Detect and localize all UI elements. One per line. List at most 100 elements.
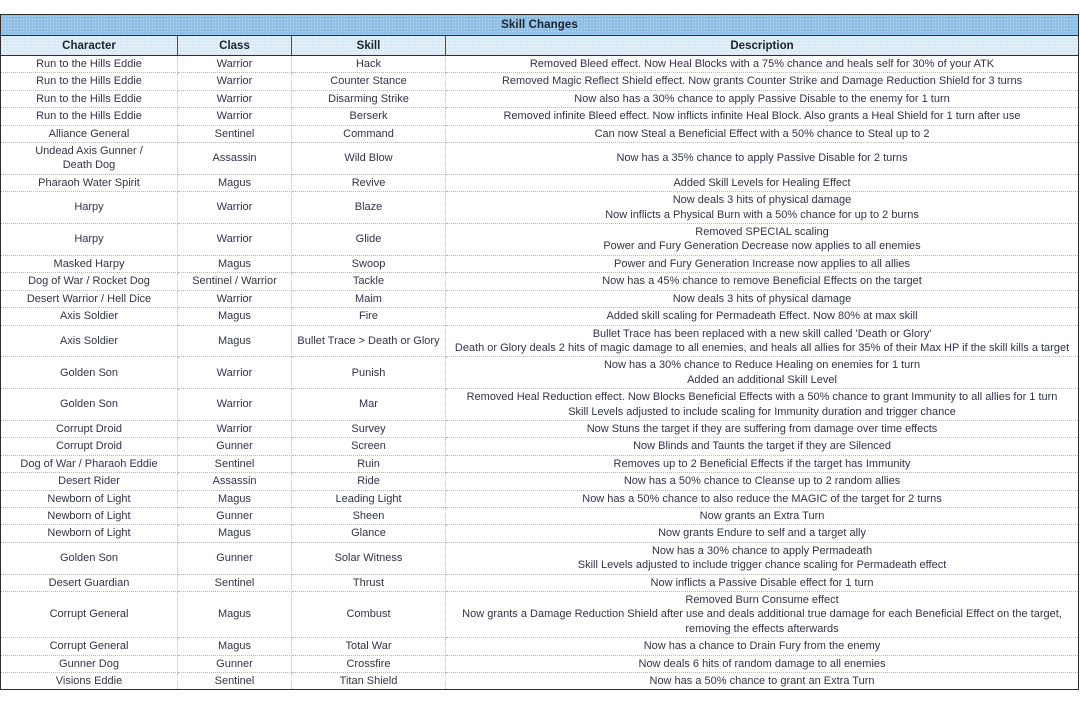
- cell-class: Warrior: [177, 420, 292, 439]
- cell-character: Masked Harpy: [0, 255, 178, 274]
- cell-description: Now grants Endure to self and a target a…: [444, 524, 1080, 543]
- cell-skill: Glance: [291, 524, 446, 543]
- cell-skill: Thrust: [291, 574, 446, 593]
- table-row: Corrupt General Magus Total War Now has a c…: [0, 637, 1080, 656]
- cell-class: Assassin: [177, 142, 292, 175]
- cell-skill: Leading Light: [291, 490, 446, 508]
- cell-description: Removed infinite Bleed effect. Now infli…: [444, 107, 1080, 126]
- table-row: Pharaoh Water Spirit Magus Revive Added Ski…: [0, 174, 1080, 193]
- cell-class: Warrior: [177, 223, 292, 256]
- cell-character: Desert Rider: [0, 472, 178, 491]
- cell-description: Now has a 30% chance to apply Permadeath…: [444, 542, 1080, 575]
- table-row: Harpy Warrior Blaze Now deals 3 hits of phy…: [0, 191, 1080, 225]
- cell-character: Corrupt Droid: [0, 437, 178, 456]
- cell-class: Magus: [177, 490, 292, 508]
- table-header-row: Character Class Skill Description: [0, 35, 1080, 56]
- cell-description: Now inflicts a Passive Disable effect fo…: [444, 574, 1080, 593]
- table-row: Corrupt Droid Warrior Survey Now Stuns the …: [0, 420, 1080, 439]
- table-row: Axis Soldier Magus Fire Added skill scaling…: [0, 307, 1080, 326]
- table-head: Skill Changes Character Class Skill Desc…: [0, 14, 1080, 56]
- table-title-row: Skill Changes: [0, 14, 1080, 36]
- cell-character: Golden Son: [0, 542, 178, 575]
- table-row: Dog of War / Pharaoh Eddie Sentinel Ruin Re…: [0, 455, 1080, 474]
- column-header-skill: Skill: [291, 35, 446, 56]
- cell-skill: Counter Stance: [291, 72, 446, 91]
- cell-description: Now has a 50% chance to grant an Extra T…: [444, 672, 1080, 691]
- cell-skill: Combust: [291, 591, 446, 639]
- table-title: Skill Changes: [0, 14, 1080, 36]
- cell-class: Sentinel: [177, 574, 292, 593]
- cell-character: Golden Son: [0, 356, 178, 390]
- cell-skill: Titan Shield: [291, 672, 446, 691]
- table-row: Run to the Hills Eddie Warrior Hack Removed…: [0, 55, 1080, 74]
- cell-character: Newborn of Light: [0, 507, 178, 526]
- cell-description: Removes up to 2 Beneficial Effects if th…: [444, 455, 1080, 474]
- cell-class: Warrior: [177, 107, 292, 126]
- cell-description: Power and Fury Generation Increase now a…: [444, 255, 1080, 274]
- table-row: Desert Rider Assassin Ride Now has a 50% ch…: [0, 472, 1080, 491]
- cell-character: Corrupt Droid: [0, 420, 178, 439]
- skill-changes-table: Skill Changes Character Class Skill Desc…: [0, 14, 1080, 691]
- cell-character: Pharaoh Water Spirit: [0, 174, 178, 193]
- cell-skill: Punish: [291, 356, 446, 390]
- table-row: Golden Son Warrior Punish Now has a 30% cha…: [0, 356, 1080, 390]
- cell-class: Magus: [177, 307, 292, 326]
- cell-class: Sentinel: [177, 125, 292, 144]
- cell-description: Now Blinds and Taunts the target if they…: [444, 437, 1080, 456]
- table-row: Harpy Warrior Glide Removed SPECIAL scaling…: [0, 223, 1080, 256]
- cell-description: Now has a 50% chance to also reduce the …: [444, 490, 1080, 508]
- cell-skill: Survey: [291, 420, 446, 439]
- cell-skill: Crossfire: [291, 655, 446, 674]
- cell-skill: Ruin: [291, 455, 446, 474]
- cell-character: Corrupt General: [0, 591, 178, 639]
- cell-class: Magus: [177, 591, 292, 639]
- cell-character: Dog of War / Rocket Dog: [0, 272, 178, 291]
- cell-description: Now has a 45% chance to remove Beneficia…: [444, 272, 1080, 291]
- cell-skill: Tackle: [291, 272, 446, 291]
- table-row: Corrupt Droid Gunner Screen Now Blinds and …: [0, 437, 1080, 456]
- cell-character: Visions Eddie: [0, 672, 178, 691]
- table-row: Alliance General Sentinel Command Can now S…: [0, 125, 1080, 144]
- cell-character: Newborn of Light: [0, 524, 178, 543]
- cell-class: Magus: [177, 524, 292, 543]
- cell-description: Removed SPECIAL scaling Power and Fury G…: [444, 223, 1080, 256]
- cell-character: Harpy: [0, 191, 178, 225]
- cell-description: Now deals 6 hits of random damage to all…: [444, 655, 1080, 674]
- cell-skill: Disarming Strike: [291, 90, 446, 109]
- cell-class: Magus: [177, 325, 292, 358]
- cell-class: Gunner: [177, 507, 292, 526]
- cell-description: Removed Bleed effect. Now Heal Blocks wi…: [444, 55, 1080, 74]
- cell-character: Run to the Hills Eddie: [0, 107, 178, 126]
- cell-description: Added skill scaling for Permadeath Effec…: [444, 307, 1080, 326]
- cell-character: Desert Warrior / Hell Dice: [0, 290, 178, 309]
- column-header-class: Class: [177, 35, 292, 56]
- cell-skill: Berserk: [291, 107, 446, 126]
- cell-description: Removed Burn Consume effect Now grants a…: [444, 591, 1080, 639]
- table-row: Desert Guardian Sentinel Thrust Now inflict…: [0, 574, 1080, 593]
- cell-skill: Hack: [291, 55, 446, 74]
- cell-skill: Revive: [291, 174, 446, 193]
- cell-class: Warrior: [177, 290, 292, 309]
- table-row: Axis Soldier Magus Bullet Trace > Death or…: [0, 325, 1080, 358]
- cell-character: Dog of War / Pharaoh Eddie: [0, 455, 178, 474]
- cell-character: Run to the Hills Eddie: [0, 55, 178, 74]
- table-row: Gunner Dog Gunner Crossfire Now deals 6 hit…: [0, 655, 1080, 674]
- cell-class: Magus: [177, 255, 292, 274]
- table-row: Newborn of Light Gunner Sheen Now grants an…: [0, 507, 1080, 526]
- cell-description: Now deals 3 hits of physical damage: [444, 290, 1080, 309]
- cell-class: Magus: [177, 637, 292, 656]
- column-header-description: Description: [444, 35, 1080, 56]
- table-row: Masked Harpy Magus Swoop Power and Fury Gen…: [0, 255, 1080, 274]
- table-row: Desert Warrior / Hell Dice Warrior Maim Now…: [0, 290, 1080, 309]
- cell-character: Run to the Hills Eddie: [0, 90, 178, 109]
- table-row: Run to the Hills Eddie Warrior Counter Sta…: [0, 72, 1080, 91]
- cell-character: Axis Soldier: [0, 307, 178, 326]
- cell-skill: Swoop: [291, 255, 446, 274]
- cell-class: Warrior: [177, 388, 292, 421]
- table-row: Corrupt General Magus Combust Removed Burn …: [0, 591, 1080, 639]
- cell-skill: Solar Witness: [291, 542, 446, 575]
- cell-skill: Maim: [291, 290, 446, 309]
- cell-class: Gunner: [177, 542, 292, 575]
- cell-class: Warrior: [177, 55, 292, 74]
- cell-skill: Wild Blow: [291, 142, 446, 175]
